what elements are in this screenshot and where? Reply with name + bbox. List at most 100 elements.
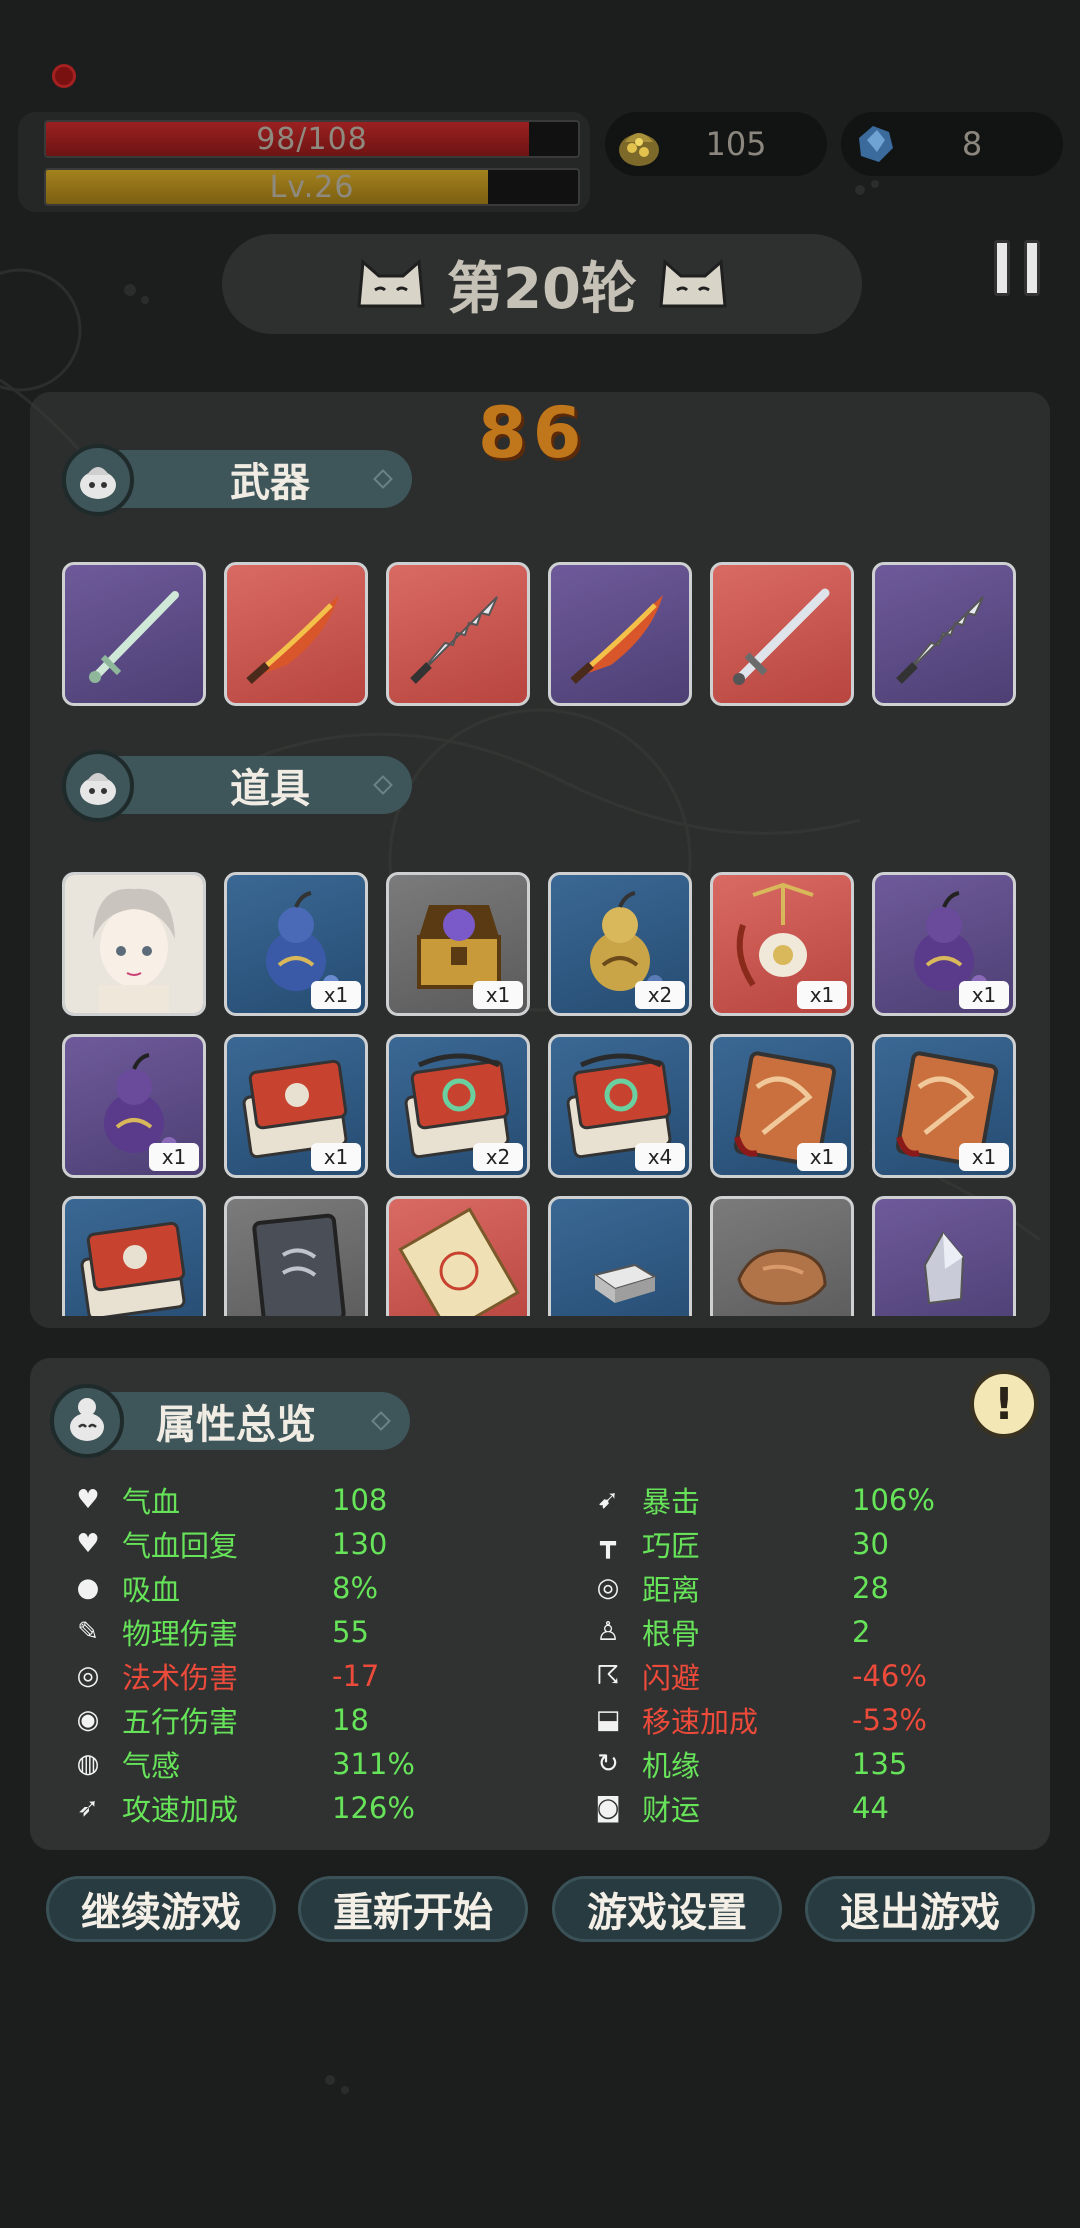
game-settings-button[interactable]: 游戏设置 (552, 1876, 782, 1942)
gem-count: 8 (961, 125, 983, 163)
stat-name: 攻速加成 (122, 1793, 239, 1827)
item-slot[interactable]: x1 (224, 1034, 368, 1178)
level-bar: Lv.26 (44, 168, 580, 206)
hp-text: 98/108 (256, 121, 368, 157)
iron-ingot-icon (592, 1263, 658, 1303)
stat-value: 2 (852, 1615, 871, 1649)
items-title: 道具 (230, 766, 310, 812)
item-slot[interactable]: x1 (710, 1034, 854, 1178)
item-slot[interactable] (710, 1196, 854, 1316)
stat-row: ◉ 五行伤害 18 (70, 1700, 510, 1740)
heart-icon: ♥ (76, 1485, 100, 1515)
stats-title: 属性总览 (156, 1402, 316, 1448)
stat-row: ♙ 根骨 2 (590, 1612, 1030, 1652)
stat-name: 气血 (122, 1485, 181, 1519)
stat-name: 物理伤害 (122, 1617, 239, 1651)
item-grid: x1 x1 x2 x1 x1 x1 x1 x2 x4 x1 x1 (30, 860, 1050, 1316)
stat-name: 巧匠 (642, 1529, 701, 1563)
attack-speed-icon: ➶ (77, 1793, 99, 1823)
weapon-slot[interactable] (224, 562, 368, 706)
stat-value: -46% (852, 1659, 927, 1693)
stat-value: 311% (332, 1747, 415, 1781)
item-slot[interactable] (62, 1196, 206, 1316)
coin-icon: ◙ (595, 1793, 621, 1823)
weapons-section-header: 武器 (62, 444, 422, 516)
blue-crystal-icon (859, 126, 893, 162)
pause-button[interactable] (994, 240, 1040, 296)
stat-value: 108 (332, 1483, 388, 1517)
weapon-slot[interactable] (386, 562, 530, 706)
hammer-icon: ┳ (600, 1529, 616, 1559)
gold-pouch-icon (619, 133, 659, 166)
weapon-slot[interactable] (710, 562, 854, 706)
player-status-bars: 98/108 Lv.26 (18, 112, 590, 212)
jagged-sword-icon (410, 596, 498, 684)
round-title: 第20轮 (447, 256, 637, 322)
stat-row: ◎ 距离 28 (590, 1568, 1030, 1608)
item-slot[interactable]: x1 (710, 872, 854, 1016)
item-slot[interactable]: x1 (62, 1034, 206, 1178)
flame-saber-icon (246, 595, 339, 684)
jade-sword-icon (89, 591, 179, 683)
stat-row: ● 吸血 8% (70, 1568, 510, 1608)
weapon-slot[interactable] (548, 562, 692, 706)
stat-row: ◙ 财运 44 (590, 1788, 1030, 1828)
qi-sense-icon: ◍ (76, 1749, 100, 1779)
item-slot[interactable]: x2 (548, 872, 692, 1016)
item-slot[interactable] (62, 872, 206, 1016)
item-slot[interactable]: x1 (386, 872, 530, 1016)
stat-row: ⬓ 移速加成 -53% (590, 1700, 1030, 1740)
item-slot[interactable] (548, 1196, 692, 1316)
stat-row: ☈ 闪避 -46% (590, 1656, 1030, 1696)
continue-game-button[interactable]: 继续游戏 (46, 1876, 276, 1942)
pause-icon (994, 240, 1010, 296)
stat-value: 28 (852, 1571, 889, 1605)
stat-row: ♥ 气血回复 130 (70, 1524, 510, 1564)
speed-boot-icon: ⬓ (595, 1705, 621, 1735)
pause-icon (1024, 240, 1040, 296)
stat-name: 气感 (122, 1749, 181, 1783)
record-indicator-icon (52, 64, 76, 88)
items-section-header: 道具 (62, 750, 422, 822)
sword-icon: ✎ (77, 1617, 99, 1647)
blood-drop-icon: ● (76, 1573, 100, 1603)
info-button[interactable]: ! (970, 1370, 1038, 1438)
jagged-sword-icon (896, 596, 984, 684)
item-slot[interactable]: x1 (872, 1034, 1016, 1178)
round-banner: 第20轮 (222, 234, 862, 334)
pouch-icon (62, 750, 134, 822)
item-slot[interactable]: x2 (386, 1034, 530, 1178)
stat-name: 暴击 (642, 1485, 701, 1519)
weapon-slot[interactable] (62, 562, 206, 706)
coin-counter: 105 (605, 112, 827, 176)
exit-game-button[interactable]: 退出游戏 (805, 1876, 1035, 1942)
hp-bar: 98/108 (44, 120, 580, 158)
cat-face-icon (357, 258, 425, 308)
item-slot[interactable]: x1 (224, 872, 368, 1016)
range-target-icon: ◎ (596, 1573, 620, 1603)
item-slot[interactable] (872, 1196, 1016, 1316)
stat-row: ◍ 气感 311% (70, 1744, 510, 1784)
stats-section-header: 属性总览 (50, 1384, 410, 1458)
item-quantity: x1 (311, 1143, 361, 1171)
stat-value: 106% (852, 1483, 935, 1517)
scroll-map-icon (398, 1207, 520, 1316)
stat-row: ➹ 暴击 106% (590, 1480, 1030, 1520)
stat-name: 距离 (642, 1573, 701, 1607)
spiral-icon: ◎ (76, 1661, 100, 1691)
stat-row: ◎ 法术伤害 -17 (70, 1656, 510, 1696)
restart-button[interactable]: 重新开始 (298, 1876, 528, 1942)
item-slot[interactable]: x1 (872, 872, 1016, 1016)
item-quantity: x4 (635, 1143, 685, 1171)
stat-name: 闪避 (642, 1661, 701, 1695)
stat-name: 五行伤害 (122, 1705, 239, 1739)
item-slot[interactable] (224, 1196, 368, 1316)
item-quantity: x1 (149, 1143, 199, 1171)
stats-panel: 属性总览 ! ♥ 气血 108 ♥ 气血回复 130 ● 吸血 8% ✎ 物理伤害 55 ◎ 法术伤害 -1… (30, 1358, 1050, 1850)
stat-value: 8% (332, 1571, 379, 1605)
stat-name: 气血回复 (122, 1529, 239, 1563)
item-slot[interactable] (386, 1196, 530, 1316)
weapon-slot[interactable] (872, 562, 1016, 706)
item-slot[interactable]: x4 (548, 1034, 692, 1178)
character-portrait-icon (65, 875, 203, 1013)
